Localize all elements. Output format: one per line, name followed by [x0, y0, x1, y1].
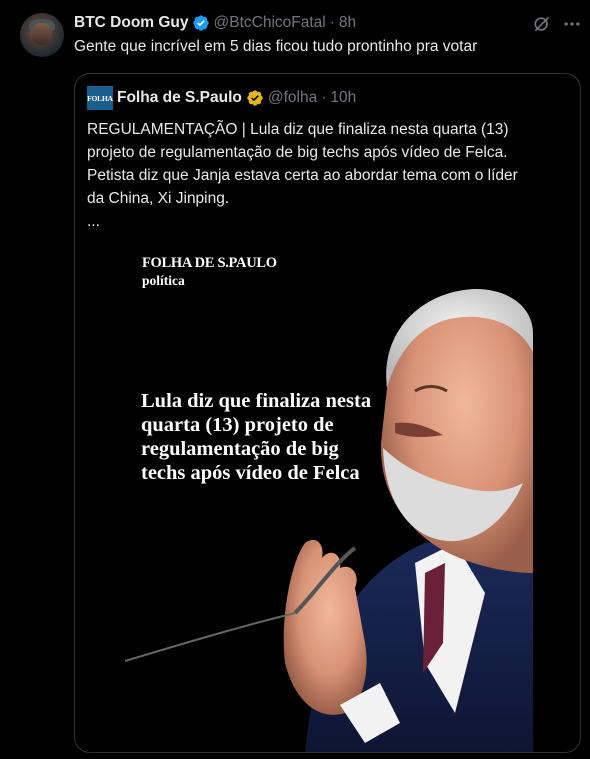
tweet[interactable]: BTC Doom Guy @BtcChicoFatal · 8h Gente q… [0, 0, 590, 759]
quoted-author-display-name[interactable]: Folha de S.Paulo [117, 89, 242, 107]
verified-gold-badge-icon [247, 90, 263, 106]
more-icon[interactable] [562, 14, 582, 34]
media-section: política [142, 273, 185, 288]
quoted-text-line: ... [87, 213, 100, 230]
quoted-text-line: REGULAMENTAÇÃO | Lula diz que finaliza n… [87, 121, 509, 138]
author-handle[interactable]: @BtcChicoFatal [214, 14, 326, 32]
speaker-photo [125, 289, 533, 752]
headline-line: techs após vídeo de Felca [141, 462, 360, 484]
quoted-tweet-header: FOLHA Folha de S.Paulo @folha · 10h [87, 86, 356, 110]
quoted-tweet-text: REGULAMENTAÇÃO | Lula diz que finaliza n… [87, 118, 573, 233]
verified-badge-icon [192, 15, 209, 31]
quoted-separator-dot: · [321, 89, 327, 106]
quoted-author-handle[interactable]: @folha [268, 89, 317, 107]
folha-logo[interactable]: FOLHA [87, 86, 113, 110]
author-display-name[interactable]: BTC Doom Guy [74, 14, 189, 32]
headline-line: Lula diz que finaliza nesta [141, 390, 372, 412]
quoted-tweet-time[interactable]: 10h [330, 89, 356, 107]
quoted-media-image[interactable]: FOLHA DE S.PAULO política Lula diz que f… [125, 243, 533, 752]
tweet-text: Gente que incrível em 5 dias ficou tudo … [74, 38, 478, 55]
tweet-time[interactable]: 8h [339, 14, 356, 32]
quoted-text-line: projeto de regulamentação de big techs a… [87, 144, 508, 161]
headline-line: regulamentação de big [141, 438, 339, 460]
media-headline: Lula diz que finaliza nesta quarta (13) … [141, 389, 381, 485]
tweet-header: BTC Doom Guy @BtcChicoFatal · 8h [74, 13, 356, 33]
avatar-face [32, 23, 52, 45]
quoted-tweet[interactable]: FOLHA Folha de S.Paulo @folha · 10h REGU… [74, 73, 581, 753]
grok-icon[interactable] [532, 14, 552, 34]
avatar[interactable] [20, 13, 64, 57]
headline-line: quarta (13) projeto de [141, 414, 334, 436]
media-brand: FOLHA DE S.PAULO [142, 255, 277, 271]
quoted-text-line: Petista diz que Janja estava certa ao ab… [87, 167, 518, 184]
quoted-text-line: da China, Xi Jinping. [87, 190, 230, 207]
separator-dot: · [329, 14, 335, 31]
